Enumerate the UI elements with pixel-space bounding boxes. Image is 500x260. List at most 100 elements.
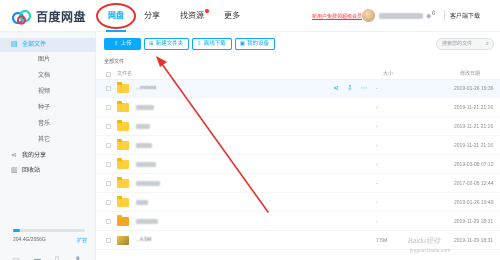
row-checkbox[interactable] xyxy=(106,124,111,129)
special-folder-icon xyxy=(117,215,129,226)
file-row[interactable]: - 2019-01-26 19:40 xyxy=(96,194,500,212)
column-date[interactable]: 修改日期 xyxy=(460,69,480,80)
file-date: 2019-11-29 18:31 xyxy=(454,219,494,225)
toolbar: ⇧ 上传 ⊞ 新建文件夹 ⇩ 离线下载 ▣ 我的设备 xyxy=(104,38,278,50)
breadcrumb[interactable]: 全部文件 xyxy=(104,58,124,65)
row-checkbox[interactable] xyxy=(106,86,111,91)
upload-icon: ⇧ xyxy=(114,41,119,47)
folder-icon xyxy=(117,120,129,131)
column-size[interactable]: 大小 xyxy=(383,69,393,80)
row-checkbox[interactable] xyxy=(106,238,111,243)
row-checkbox[interactable] xyxy=(106,143,111,148)
sidebar-bottom-tools: ▭ ▬ ▯ ▮ xyxy=(13,256,97,260)
share-icon: ⋖ xyxy=(11,152,17,159)
file-row[interactable]: - 2019-11-21 21:16 xyxy=(96,99,500,117)
client-download-link[interactable]: 客户端下载 xyxy=(450,11,480,20)
select-all-checkbox[interactable] xyxy=(106,72,111,77)
file-size: - xyxy=(376,219,378,225)
sidebar-item-images[interactable]: 图片 xyxy=(0,53,96,67)
file-size: 7.5M xyxy=(376,238,388,244)
file-row[interactable]: ...ovoxxa ⋖ ⇩ ⋯ - 2019-01-26 19:36 xyxy=(96,80,500,98)
file-size: - xyxy=(376,124,378,130)
storage-quota-text: 204.4G/2056G xyxy=(13,237,46,243)
sidebar-item-label: 回收站 xyxy=(22,168,41,174)
user-menu[interactable]: ◆ xyxy=(362,9,431,22)
sidebar-item-label: 视频 xyxy=(38,89,51,95)
file-name-blurred[interactable] xyxy=(136,181,160,186)
promo-link[interactable]: 新用户免费领超级会员 xyxy=(312,13,362,20)
monitor-icon[interactable]: ▭ xyxy=(13,256,21,260)
file-row[interactable]: - 2019-03-08 07:12 xyxy=(96,156,500,174)
row-checkbox[interactable] xyxy=(106,181,111,186)
file-row[interactable]: - 2019-11-21 21:16 xyxy=(96,118,500,136)
file-size: - xyxy=(376,86,378,92)
file-row[interactable]: - 2019-11-29 18:31 xyxy=(96,213,500,231)
sidebar-item-videos[interactable]: 视频 xyxy=(0,85,96,99)
row-checkbox[interactable] xyxy=(106,105,111,110)
file-date: 2019-11-21 21:16 xyxy=(454,124,494,130)
file-name-blurred[interactable] xyxy=(136,162,156,167)
device-icon[interactable]: ▬ xyxy=(34,256,42,260)
upload-button[interactable]: ⇧ 上传 xyxy=(104,38,141,50)
file-name-blurred[interactable] xyxy=(136,200,148,205)
file-name[interactable]: ...ovoxxa xyxy=(136,85,156,91)
folder-icon xyxy=(117,101,129,112)
expand-storage-link[interactable]: 扩容 xyxy=(77,237,87,244)
tablet-icon[interactable]: ▮ xyxy=(76,256,84,260)
nav-item-more[interactable]: 更多 xyxy=(224,0,240,32)
file-name-blurred[interactable] xyxy=(136,124,150,129)
file-row[interactable]: - 2019-11-21 21:16 xyxy=(96,137,500,155)
file-size: - xyxy=(376,181,378,187)
file-size: - xyxy=(376,200,378,206)
file-date: 2019-03-08 07:12 xyxy=(454,162,494,168)
folder-icon xyxy=(117,139,129,150)
file-name-blurred[interactable] xyxy=(136,105,154,110)
sidebar-item-label: 文档 xyxy=(38,73,51,79)
offline-download-button[interactable]: ⇩ 离线下载 xyxy=(192,38,232,50)
nav-label: 更多 xyxy=(224,11,240,20)
search-icon[interactable]: ⌕ xyxy=(486,39,489,49)
button-label: 我的设备 xyxy=(246,41,269,47)
sidebar-item-label: 全部文件 xyxy=(22,42,47,48)
folder-icon xyxy=(117,177,129,188)
search-placeholder: 搜索您的文件 xyxy=(442,41,473,47)
my-devices-button[interactable]: ▣ 我的设备 xyxy=(234,38,275,50)
download-icon[interactable]: ⇩ xyxy=(347,84,353,93)
row-checkbox[interactable] xyxy=(106,219,111,224)
sidebar-item-label: 图片 xyxy=(38,57,51,63)
sidebar-item-my-shares[interactable]: ⋖ 我的分享 xyxy=(0,149,96,163)
nav-item-find-resources[interactable]: 找资源 xyxy=(180,0,209,32)
nav-label: 找资源 xyxy=(180,11,204,20)
notification-count[interactable]: 0 xyxy=(432,11,435,17)
button-label: 新建文件夹 xyxy=(155,41,184,47)
search-input[interactable]: 搜索您的文件 ⌕ xyxy=(436,38,494,50)
logo[interactable]: 百度网盘 xyxy=(11,8,87,25)
sidebar-item-torrents[interactable]: 种子 xyxy=(0,101,96,115)
phone-icon[interactable]: ▯ xyxy=(55,256,63,260)
file-name-blurred[interactable] xyxy=(136,143,152,148)
folder-icon xyxy=(117,158,129,169)
row-checkbox[interactable] xyxy=(106,200,111,205)
sidebar-item-docs[interactable]: 文档 xyxy=(0,69,96,83)
avatar xyxy=(362,9,375,22)
column-name[interactable]: 文件名 xyxy=(117,69,132,80)
sidebar-item-other[interactable]: 其它 xyxy=(0,133,96,147)
row-checkbox[interactable] xyxy=(106,162,111,167)
folder-icon xyxy=(117,82,129,93)
file-name[interactable]: ...4.5M xyxy=(136,237,151,243)
file-name-blurred[interactable] xyxy=(136,219,158,224)
more-icon[interactable]: ⋯ xyxy=(361,84,368,93)
cloud-logo-icon xyxy=(11,9,32,25)
sidebar-item-all-files[interactable]: ▤ 全部文件 xyxy=(0,38,96,52)
share-icon[interactable]: ⋖ xyxy=(333,84,339,93)
new-folder-button[interactable]: ⊞ 新建文件夹 xyxy=(144,38,190,50)
app-name: 百度网盘 xyxy=(36,10,87,24)
file-size: - xyxy=(376,143,378,149)
watermark: Baidu经验 xyxy=(408,238,440,245)
file-row[interactable]: - 2017-02-05 12:44 xyxy=(96,175,500,193)
nav-item-share[interactable]: 分享 xyxy=(144,0,160,32)
baidu-netdisk-window: 百度网盘 网盘 分享 找资源 更多 新用户免费领超级会员 ◆ 0 客户端下载 ▤… xyxy=(0,0,500,260)
sidebar-item-music[interactable]: 音乐 xyxy=(0,117,96,131)
file-date: 2019-11-21 21:16 xyxy=(454,105,494,111)
sidebar-item-recycle-bin[interactable]: ▥ 回收站 xyxy=(0,164,96,178)
